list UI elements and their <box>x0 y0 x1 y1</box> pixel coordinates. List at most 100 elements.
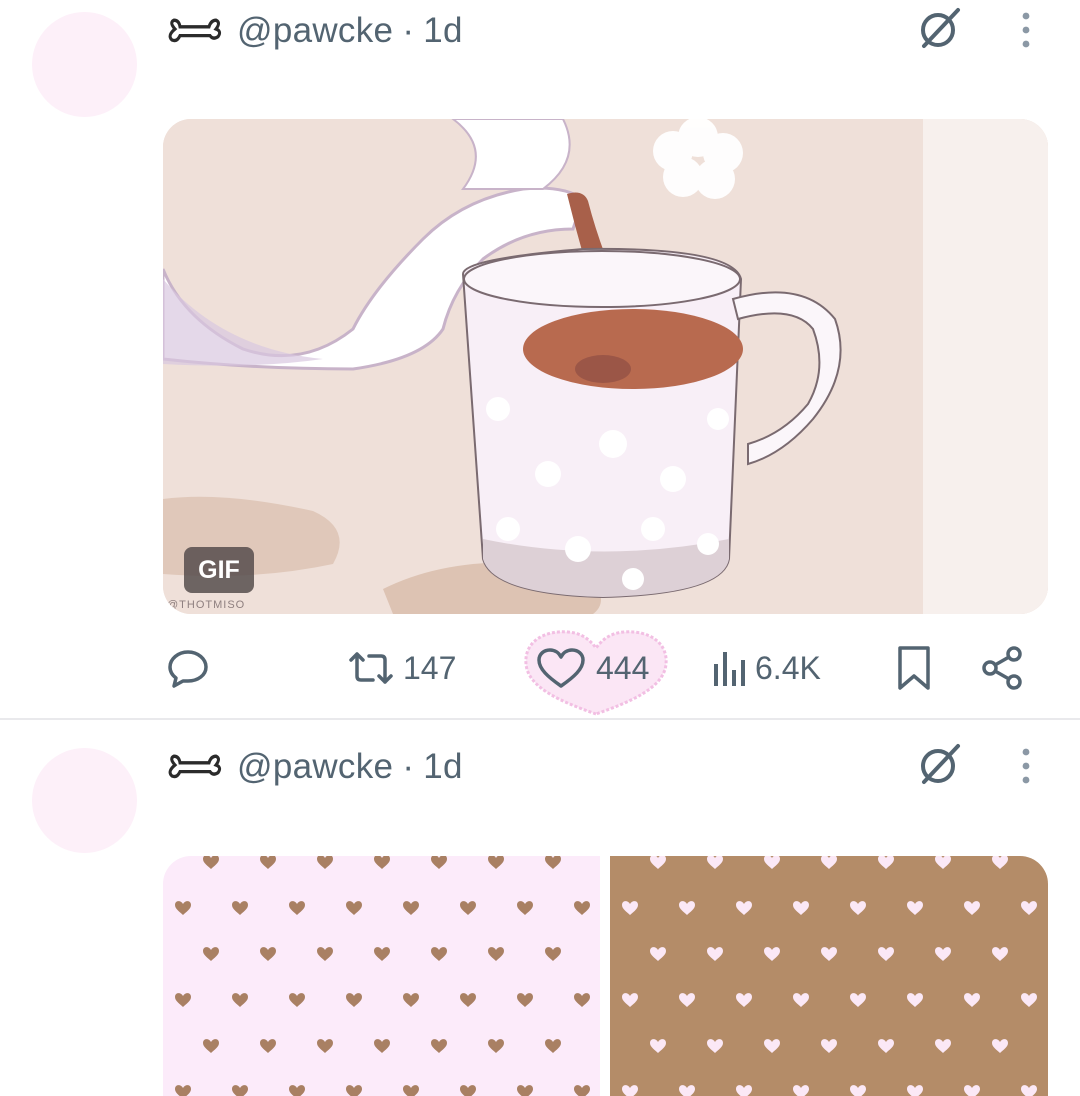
heart-motif <box>346 1085 362 1096</box>
heart-motif <box>431 947 447 961</box>
grok-icon[interactable] <box>916 740 964 788</box>
heart-motif <box>317 1039 333 1053</box>
heart-motif <box>622 993 638 1007</box>
share-button[interactable] <box>978 638 1026 698</box>
heart-motif <box>374 856 390 869</box>
more-vertical-icon[interactable] <box>1016 10 1036 50</box>
bookmark-button[interactable] <box>892 638 936 698</box>
reply-icon <box>168 650 208 688</box>
heart-motif <box>289 1085 305 1096</box>
repost-icon <box>349 652 393 684</box>
heart-motif <box>232 1085 248 1096</box>
avatar[interactable] <box>32 12 137 117</box>
heart-motif <box>317 947 333 961</box>
heart-motif <box>460 1085 476 1096</box>
heart-motif <box>650 856 666 869</box>
heart-motif <box>175 1085 191 1096</box>
heart-motif <box>232 993 248 1007</box>
heart-motif <box>793 1085 809 1096</box>
heart-motif <box>431 856 447 869</box>
heart-motif <box>821 947 837 961</box>
separator: · <box>402 747 415 786</box>
heart-motif <box>992 947 1008 961</box>
heart-motif <box>707 1039 723 1053</box>
heart-motif <box>460 993 476 1007</box>
heart-motif <box>907 901 923 915</box>
heart-motif <box>203 856 219 869</box>
image-pink-hearts[interactable] <box>163 856 600 1096</box>
gif-badge[interactable]: GIF <box>184 547 254 593</box>
post[interactable]: @pawcke · 1d <box>0 720 1080 1096</box>
heart-motif <box>260 856 276 869</box>
heart-motif <box>260 1039 276 1053</box>
heart-motif <box>517 1085 533 1096</box>
heart-motif <box>517 993 533 1007</box>
reply-button[interactable] <box>166 638 216 698</box>
heart-motif <box>488 1039 504 1053</box>
heart-motif <box>679 1085 695 1096</box>
heart-motif <box>403 1085 419 1096</box>
more-vertical-icon[interactable] <box>1016 746 1036 786</box>
bone-icon <box>168 754 222 779</box>
action-bar: 147 444 6.4K <box>0 638 1080 698</box>
repost-count: 147 <box>403 649 457 686</box>
heart-motif <box>850 1085 866 1096</box>
post[interactable]: @pawcke · 1d <box>0 0 1080 718</box>
like-count: 444 <box>596 649 650 686</box>
heart-motif <box>403 901 419 915</box>
heart-motif <box>1021 901 1037 915</box>
heart-motif <box>431 1039 447 1053</box>
author-handle[interactable]: @pawcke <box>237 11 393 51</box>
heart-motif <box>622 901 638 915</box>
like-button[interactable]: 444 <box>522 638 649 698</box>
heart-motif <box>175 901 191 915</box>
heart-motif <box>374 1039 390 1053</box>
views-icon <box>714 652 745 686</box>
heart-motif <box>736 993 752 1007</box>
bookmark-icon <box>898 646 930 690</box>
heart-motif <box>488 856 504 869</box>
heart-motif <box>736 901 752 915</box>
post-header: @pawcke · 1d <box>165 742 463 792</box>
timestamp[interactable]: 1d <box>423 747 463 787</box>
heart-motif <box>574 1085 590 1096</box>
grok-icon[interactable] <box>916 4 964 52</box>
views-count: 6.4K <box>755 649 821 686</box>
heart-motif <box>679 993 695 1007</box>
heart-pattern <box>175 856 590 1096</box>
image-brown-hearts[interactable] <box>610 856 1048 1096</box>
heart-motif <box>793 901 809 915</box>
heart-motif <box>1021 1085 1037 1096</box>
heart-motif <box>992 856 1008 869</box>
heart-motif <box>707 947 723 961</box>
heart-motif <box>374 947 390 961</box>
heart-motif <box>403 993 419 1007</box>
heart-motif <box>850 993 866 1007</box>
heart-motif <box>878 947 894 961</box>
heart-motif <box>622 1085 638 1096</box>
heart-motif <box>707 856 723 869</box>
tea-pour-illustration <box>163 119 1048 614</box>
heart-motif <box>878 1039 894 1053</box>
heart-motif <box>289 993 305 1007</box>
repost-button[interactable]: 147 <box>345 638 456 698</box>
heart-motif <box>850 901 866 915</box>
timestamp[interactable]: 1d <box>423 11 463 51</box>
heart-motif <box>460 901 476 915</box>
heart-motif <box>935 947 951 961</box>
post-header: @pawcke · 1d <box>165 6 463 56</box>
heart-motif <box>346 993 362 1007</box>
heart-motif <box>317 856 333 869</box>
heart-motif <box>907 993 923 1007</box>
author-handle[interactable]: @pawcke <box>237 747 393 787</box>
heart-motif <box>1021 993 1037 1007</box>
heart-motif <box>175 993 191 1007</box>
views-button[interactable]: 6.4K <box>711 638 821 698</box>
avatar[interactable] <box>32 748 137 853</box>
gif-media[interactable]: GIF @THOTMISO <box>163 119 1048 614</box>
heart-motif <box>964 993 980 1007</box>
heart-motif <box>764 856 780 869</box>
heart-motif <box>574 901 590 915</box>
separator: · <box>402 11 415 50</box>
bone-icon <box>168 18 222 43</box>
